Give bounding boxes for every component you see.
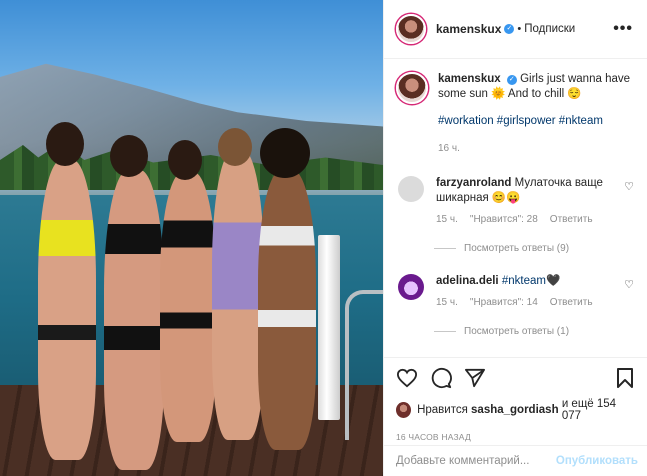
photo-rail (345, 290, 383, 440)
photo-person-2 (104, 170, 164, 470)
caption-time[interactable]: 16 ч. (438, 141, 634, 156)
comment-time[interactable]: 15 ч. (436, 295, 458, 310)
likes-suffix[interactable]: и ещё 154 077 (562, 398, 634, 422)
comment-likes[interactable]: "Нравится": 14 (470, 295, 538, 310)
view-replies[interactable]: Посмотреть ответы (9) (434, 243, 634, 254)
photo-person-1 (38, 160, 96, 460)
comment-likes[interactable]: "Нравится": 28 (470, 212, 538, 227)
photo-person-5 (258, 170, 316, 450)
comment-avatar[interactable] (398, 274, 424, 300)
comment-like-heart-icon[interactable]: ♡ (624, 278, 634, 310)
reply-button[interactable]: Ответить (550, 295, 593, 310)
photo-person-4 (212, 150, 264, 440)
verified-badge-icon: ✓ (506, 75, 517, 85)
liker-avatar (396, 402, 412, 418)
caption-username[interactable]: kamenskux (438, 73, 501, 85)
photo-head-1 (46, 122, 84, 166)
comment-input[interactable] (396, 455, 556, 467)
likes-summary[interactable]: Нравится sasha_gordiash и ещё 154 077 (396, 398, 634, 422)
comment-avatar[interactable] (398, 176, 424, 202)
publish-button[interactable]: Опубликовать (556, 455, 638, 467)
comment-item: adelina.deli #nkteam🖤 15 ч. "Нравится": … (396, 274, 634, 310)
replies-line (434, 248, 456, 249)
comment-like-heart-icon[interactable]: ♡ (624, 180, 634, 227)
photo-head-3 (168, 140, 202, 180)
replies-line (434, 331, 456, 332)
comments-list[interactable]: kamenskux ✓ Girls just wanna have some s… (384, 60, 647, 357)
view-replies[interactable]: Посмотреть ответы (1) (434, 326, 634, 337)
post-header: kamenskux ✓ • Подписки ••• (384, 0, 647, 59)
more-options-icon[interactable]: ••• (613, 20, 633, 38)
bookmark-icon[interactable] (616, 367, 634, 389)
caption: kamenskux ✓ Girls just wanna have some s… (396, 72, 634, 156)
view-replies-label[interactable]: Посмотреть ответы (1) (464, 326, 569, 337)
likes-prefix: Нравится (417, 404, 468, 416)
author-username[interactable]: kamenskux (436, 22, 501, 36)
separator-dot: • (517, 23, 522, 35)
caption-avatar[interactable] (396, 72, 428, 104)
post-sidebar: kamenskux ✓ • Подписки ••• kamenskux ✓ G… (383, 0, 647, 476)
comment-time[interactable]: 15 ч. (436, 212, 458, 227)
photo-head-5 (260, 128, 310, 178)
share-icon[interactable] (464, 368, 486, 388)
photo-head-2 (110, 135, 148, 177)
comment-text: #nkteam🖤 (501, 275, 561, 287)
heart-icon[interactable] (396, 368, 418, 388)
comment-icon[interactable] (430, 367, 452, 389)
photo-head-4 (218, 128, 252, 166)
photo-pole (318, 235, 340, 420)
author-avatar[interactable] (396, 14, 426, 44)
comment-item: farzyanroland Мулаточка ваще шикарная 😊😛… (396, 176, 634, 227)
comment-username[interactable]: adelina.deli (436, 275, 499, 287)
photo-person-3 (160, 172, 216, 442)
add-comment-bar: Опубликовать (384, 445, 647, 476)
comment-username[interactable]: farzyanroland (436, 177, 511, 189)
post-actions: Нравится sasha_gordiash и ещё 154 077 16… (384, 357, 647, 442)
caption-hashtags[interactable]: #workation #girlspower #nkteam (438, 114, 634, 129)
posted-time[interactable]: 16 ЧАСОВ НАЗАД (396, 432, 634, 442)
post-photo[interactable] (0, 0, 383, 476)
liker-username[interactable]: sasha_gordiash (471, 404, 559, 416)
verified-badge-icon: ✓ (504, 24, 515, 34)
view-replies-label[interactable]: Посмотреть ответы (9) (464, 243, 569, 254)
following-button[interactable]: Подписки (524, 23, 575, 35)
reply-button[interactable]: Ответить (550, 212, 593, 227)
